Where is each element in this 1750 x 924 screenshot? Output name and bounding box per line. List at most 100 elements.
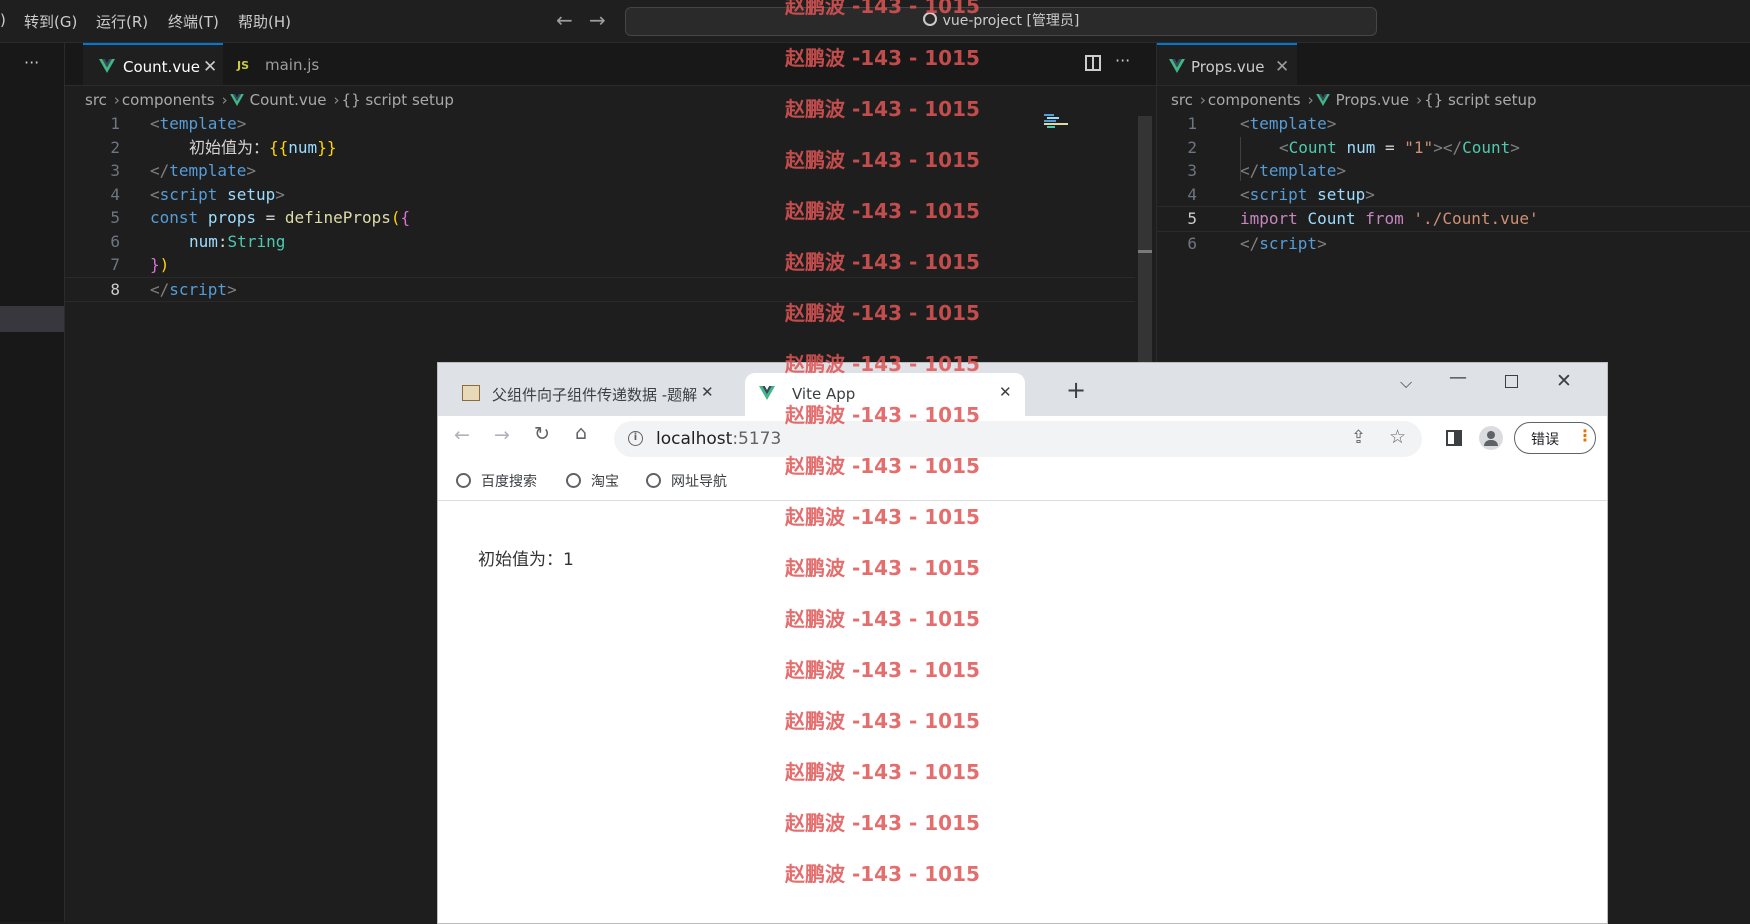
bookmark-taobao[interactable]: 淘宝 xyxy=(566,471,619,491)
globe-icon xyxy=(566,473,581,488)
watermark: 赵鹏波 -143 - 1015 xyxy=(785,97,980,121)
page-text: 初始值为：1 xyxy=(478,550,574,570)
back-arrow-icon[interactable]: ← xyxy=(454,424,470,446)
line-number: 3 xyxy=(110,161,120,180)
menu-terminal[interactable]: 终端(T) xyxy=(168,11,219,32)
back-arrow-icon[interactable]: ← xyxy=(556,8,573,32)
bookmark-label: 百度搜索 xyxy=(481,474,537,490)
more-actions-icon[interactable]: ··· xyxy=(1115,51,1130,70)
line-number: 1 xyxy=(110,114,120,133)
reload-icon[interactable]: ↻ xyxy=(534,423,550,445)
breadcrumb: src › components › Count.vue ›{} script setup xyxy=(85,91,456,109)
vue-icon xyxy=(229,94,244,106)
close-icon[interactable]: ✕ xyxy=(999,383,1012,401)
globe-icon xyxy=(456,473,471,488)
error-button[interactable]: 错误 ⋮ xyxy=(1514,422,1596,454)
browser-window: 父组件向子组件传递数据 -题解 ✕ Vite App ✕ + ⌵ — ✕ ← →… xyxy=(437,362,1608,924)
indent-guide xyxy=(1240,137,1241,181)
address-bar[interactable]: i localhost:5173 ⇪ ☆ xyxy=(614,421,1422,457)
line-number: 7 xyxy=(110,255,120,274)
site-info-icon[interactable]: i xyxy=(628,431,643,446)
tab-props-vue[interactable]: Props.vue ✕ xyxy=(1157,43,1297,85)
tab-label: Count.vue xyxy=(123,58,200,76)
window-close-icon[interactable]: ✕ xyxy=(1556,370,1572,392)
line-number: 2 xyxy=(1187,137,1197,157)
sidebar-selected-item[interactable] xyxy=(0,306,64,332)
menu-run[interactable]: 运行(R) xyxy=(96,11,148,32)
js-icon: JS xyxy=(237,59,250,72)
menu-fragment[interactable]: ) xyxy=(0,11,6,29)
minimize-icon[interactable]: — xyxy=(1449,367,1467,388)
close-icon[interactable]: ✕ xyxy=(203,45,217,89)
profile-avatar-icon[interactable] xyxy=(1479,426,1503,450)
watermark: 赵鹏波 -143 - 1015 xyxy=(785,556,980,580)
vue-icon xyxy=(1169,59,1185,73)
bookmark-label: 淘宝 xyxy=(591,474,619,490)
menu-help[interactable]: 帮助(H) xyxy=(238,11,291,32)
error-button-label: 错误 xyxy=(1531,432,1559,448)
watermark: 赵鹏波 -143 - 1015 xyxy=(785,148,980,172)
breadcrumb-symbol[interactable]: {} script setup xyxy=(342,91,454,109)
line-number: 2 xyxy=(110,137,120,157)
line-number: 4 xyxy=(110,184,120,204)
breadcrumb-src[interactable]: src xyxy=(85,91,107,109)
close-icon[interactable]: ✕ xyxy=(1275,45,1289,89)
breadcrumb-symbol[interactable]: {} script setup xyxy=(1424,91,1536,109)
editor-scrollbar[interactable] xyxy=(1138,116,1152,366)
watermark: 赵鹏波 -143 - 1015 xyxy=(785,658,980,682)
browser-tab-label: 父组件向子组件传递数据 -题解 xyxy=(492,386,698,404)
address-host: localhost xyxy=(656,429,733,449)
tab-search-chevron-icon[interactable]: ⌵ xyxy=(1400,373,1412,393)
watermark: 赵鹏波 -143 - 1015 xyxy=(785,0,980,18)
command-center[interactable]: vue-project [管理员] xyxy=(625,7,1377,36)
split-editor-icon[interactable] xyxy=(1085,55,1101,71)
breadcrumb: src › components › Props.vue ›{} script setup xyxy=(1171,91,1539,109)
watermark: 赵鹏波 -143 - 1015 xyxy=(785,607,980,631)
new-tab-plus-icon[interactable]: + xyxy=(1066,376,1086,404)
watermark: 赵鹏波 -143 - 1015 xyxy=(785,199,980,223)
bookmark-nav[interactable]: 网址导航 xyxy=(646,471,727,491)
line-number: 5 xyxy=(110,208,120,227)
menu-goto[interactable]: 转到(G) xyxy=(24,11,77,32)
breadcrumb-components[interactable]: components xyxy=(122,91,215,109)
bookmark-star-icon[interactable]: ☆ xyxy=(1389,426,1406,448)
breadcrumb-src[interactable]: src xyxy=(1171,91,1193,109)
home-icon[interactable]: ⌂ xyxy=(575,422,587,444)
globe-icon xyxy=(646,473,661,488)
breadcrumb-components[interactable]: components xyxy=(1208,91,1301,109)
browser-tab-tijie[interactable]: 父组件向子组件传递数据 -题解 ✕ xyxy=(448,373,718,416)
tab-main-js[interactable]: JS main.js xyxy=(225,43,365,85)
share-icon[interactable]: ⇪ xyxy=(1351,427,1366,448)
left-tab-bar: Count.vue ✕ JS main.js ··· xyxy=(65,43,1156,86)
forward-arrow-icon[interactable]: → xyxy=(494,424,510,446)
bookmark-baidu[interactable]: 百度搜索 xyxy=(456,471,537,491)
line-number: 1 xyxy=(1187,114,1197,133)
line-number: 6 xyxy=(1187,233,1197,253)
watermark: 赵鹏波 -143 - 1015 xyxy=(785,454,980,478)
chevron-right-icon: › xyxy=(1416,91,1423,109)
minimap[interactable] xyxy=(1044,114,1070,128)
side-panel-icon[interactable] xyxy=(1446,430,1462,446)
chevron-right-icon: › xyxy=(221,91,228,109)
browser-toolbar: ← → ↻ ⌂ i localhost:5173 ⇪ ☆ 错误 ⋮ xyxy=(438,416,1607,462)
breadcrumb-file[interactable]: Props.vue xyxy=(1336,91,1410,109)
kebab-menu-icon[interactable]: ⋮ xyxy=(1577,426,1593,445)
more-actions-icon[interactable]: ··· xyxy=(24,53,39,72)
maximize-icon[interactable] xyxy=(1505,375,1518,388)
watermark: 赵鹏波 -143 - 1015 xyxy=(785,709,980,733)
vue-icon xyxy=(99,59,115,73)
chevron-right-icon: › xyxy=(1307,91,1314,109)
tab-label: main.js xyxy=(265,56,320,74)
favicon-icon xyxy=(462,385,480,401)
vue-icon xyxy=(759,386,775,400)
breadcrumb-file[interactable]: Count.vue xyxy=(250,91,327,109)
forward-arrow-icon[interactable]: → xyxy=(589,8,606,32)
right-code-editor[interactable]: 1 <template> 2 <Count num = "1"></Count> 3… xyxy=(1157,112,1750,255)
watermark: 赵鹏波 -143 - 1015 xyxy=(785,301,980,325)
close-icon[interactable]: ✕ xyxy=(701,383,714,401)
bookmark-label: 网址导航 xyxy=(671,474,727,490)
watermark: 赵鹏波 -143 - 1015 xyxy=(785,46,980,70)
tab-label: Props.vue xyxy=(1191,58,1265,76)
tab-count-vue[interactable]: Count.vue ✕ xyxy=(83,43,223,85)
line-number: 3 xyxy=(1187,161,1197,180)
